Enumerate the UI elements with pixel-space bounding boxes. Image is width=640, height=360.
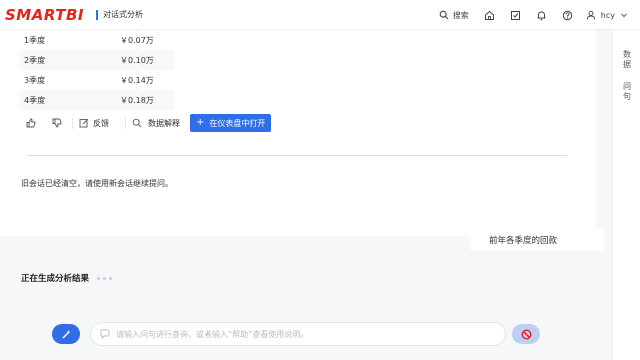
open-in-dashboard-label: 在仪表盘中打开 [209, 118, 266, 128]
user-icon [586, 10, 596, 20]
help-icon [563, 10, 573, 20]
user-message-text: 前年各季度的回款 [489, 236, 558, 246]
thumbs-up-icon [26, 118, 36, 128]
top-bar: SMARTBI 对话式分析 搜索 hcy [0, 0, 640, 30]
task-check-icon [511, 10, 521, 20]
user-message-bubble: 前年各季度的回款 [470, 229, 604, 251]
question-input-box[interactable] [90, 322, 506, 346]
feedback-button[interactable]: 反馈 [72, 117, 115, 129]
answer-actions: 反馈 数据解释 + 在仪表盘中打开 [22, 114, 272, 132]
chevron-down-icon[interactable] [620, 11, 628, 19]
search-icon [439, 10, 449, 20]
top-right-tools: 搜索 hcy [439, 0, 640, 30]
user-avatar[interactable] [585, 9, 597, 21]
table-cell-quarter: 3季度 [24, 75, 46, 85]
open-in-dashboard-button[interactable]: + 在仪表盘中打开 [190, 114, 272, 132]
loading-dots [97, 276, 115, 280]
answer-card: 1季度 ￥0.07万 2季度 ￥0.10万 3季度 ￥0.14万 4季度 ￥0.… [0, 30, 596, 236]
table-cell-value: ￥0.18万 [120, 95, 154, 105]
table-cell-value: ￥0.14万 [120, 75, 154, 85]
table-cell-quarter: 2季度 [24, 55, 46, 65]
home-icon [485, 10, 495, 20]
edit-note-icon [79, 118, 89, 128]
tasks-button[interactable] [507, 6, 525, 24]
like-button[interactable] [22, 114, 40, 132]
chat-main: 1季度 ￥0.07万 2季度 ￥0.10万 3季度 ￥0.14万 4季度 ￥0.… [0, 30, 612, 360]
title-accent-bar [95, 9, 98, 20]
question-input[interactable] [116, 329, 496, 339]
search-label: 搜索 [452, 10, 469, 20]
table-row: 3季度 ￥0.14万 [20, 70, 174, 90]
table-cell-value: ￥0.07万 [120, 35, 154, 45]
session-cleared-notice: 旧会话已经清空，请使用新会话继续提问。 [21, 179, 173, 188]
generating-text: 正在生成分析结果 [21, 274, 90, 284]
chat-bubble-icon [100, 329, 110, 339]
page-title: 对话式分析 [95, 9, 143, 20]
generating-status: 正在生成分析结果 [21, 272, 115, 284]
thumbs-down-icon [52, 118, 62, 128]
quick-mode-button[interactable] [52, 324, 80, 344]
home-button[interactable] [481, 6, 499, 24]
composer [0, 310, 612, 360]
app-logo[interactable]: SMARTBI [5, 6, 84, 24]
search-icon [132, 118, 142, 128]
rail-tab-data[interactable]: 数 据 [621, 50, 633, 70]
bell-icon [537, 10, 546, 20]
right-rail: 数 据 问 句 [612, 30, 640, 360]
rail-tab-questions-label: 问 句 [623, 82, 631, 101]
table-row: 2季度 ￥0.10万 [20, 50, 174, 70]
table-row: 1季度 ￥0.07万 [20, 30, 174, 50]
table-cell-quarter: 4季度 [24, 95, 46, 105]
search-button[interactable]: 搜索 [439, 10, 469, 21]
rail-tab-questions[interactable]: 问 句 [621, 82, 633, 102]
data-explain-label: 数据解释 [148, 118, 180, 128]
table-cell-value: ￥0.10万 [120, 55, 154, 65]
feedback-label: 反馈 [93, 118, 109, 128]
table-row: 4季度 ￥0.18万 [20, 90, 174, 110]
stop-generating-button[interactable] [512, 324, 540, 344]
stop-icon [520, 328, 532, 340]
page-title-text: 对话式分析 [102, 10, 143, 19]
help-button[interactable] [559, 6, 577, 24]
table-cell-quarter: 1季度 [24, 35, 46, 45]
user-name[interactable]: hcy [601, 11, 615, 20]
rail-tab-data-label: 数 据 [623, 50, 631, 69]
data-explain-button[interactable]: 数据解释 [125, 117, 186, 129]
plus-icon: + [196, 117, 205, 128]
notifications-button[interactable] [533, 6, 551, 24]
session-divider [27, 155, 567, 156]
dislike-button[interactable] [48, 114, 66, 132]
magic-wand-icon [62, 329, 70, 338]
